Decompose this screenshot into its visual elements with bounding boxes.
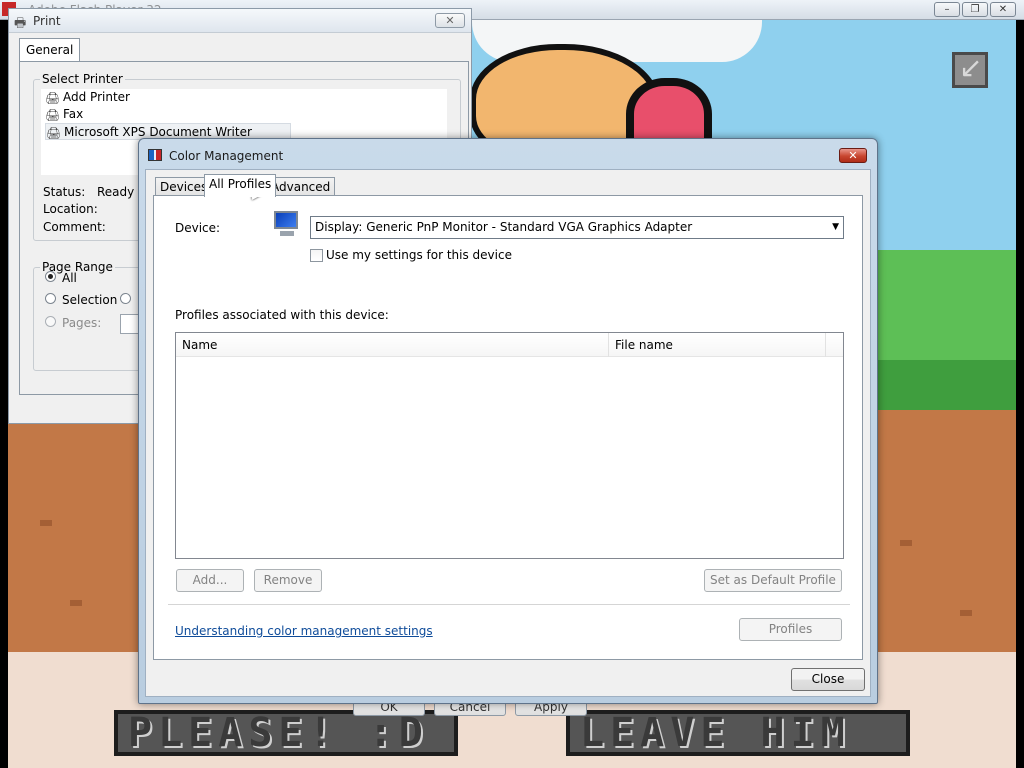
tab-all-profiles[interactable]: All Profiles: [204, 174, 277, 197]
print-titlebar: 🖶 Print ✕: [9, 9, 471, 33]
range-selection-label: Selection: [62, 293, 118, 307]
dirt-spot: [70, 600, 82, 606]
device-dropdown-value: Display: Generic PnP Monitor - Standard …: [315, 220, 693, 234]
fax-icon: 🖨: [45, 108, 61, 122]
printer-fax[interactable]: 🖨 Fax: [45, 106, 83, 123]
dirt-spot: [960, 610, 972, 616]
range-all-radio[interactable]: [45, 271, 56, 282]
xps-printer-icon: 🖨: [46, 126, 62, 140]
printer-label: Add Printer: [63, 90, 130, 104]
cm-client: Devices All Profiles Advanced Device: Di…: [145, 169, 871, 697]
tab-general[interactable]: General: [19, 38, 81, 61]
host-close-button[interactable]: ✕: [990, 2, 1016, 17]
set-default-profile-button[interactable]: Set as Default Profile: [704, 569, 842, 592]
please-button[interactable]: PLEASE! :D: [114, 710, 458, 756]
add-printer-icon: 🖨: [45, 91, 61, 105]
cm-title: Color Management: [169, 149, 284, 163]
status-label: Status:: [43, 185, 86, 199]
cm-titlebar: Color Management ✕: [139, 139, 877, 169]
tab-advanced[interactable]: Advanced: [266, 177, 336, 196]
remove-button[interactable]: Remove: [254, 569, 322, 592]
minimize-button[interactable]: –: [934, 2, 960, 17]
select-printer-label: Select Printer: [40, 72, 125, 86]
use-my-settings-label: Use my settings for this device: [326, 248, 512, 262]
print-title: Print: [33, 14, 61, 28]
printer-icon: 🖶: [14, 16, 27, 31]
range-current-radio[interactable]: [120, 293, 131, 304]
device-label: Device:: [175, 221, 221, 235]
printer-add[interactable]: 🖨 Add Printer: [45, 89, 130, 106]
close-button[interactable]: Close: [791, 668, 865, 691]
range-pages-radio[interactable]: [45, 316, 56, 327]
leave-him-button[interactable]: LEAVE HIM: [566, 710, 910, 756]
profiles-list[interactable]: Name File name: [175, 332, 844, 559]
column-name[interactable]: Name: [176, 333, 609, 357]
location-label: Location:: [43, 202, 98, 216]
add-button[interactable]: Add...: [176, 569, 244, 592]
status-value: Ready: [97, 185, 135, 199]
dirt-spot: [40, 520, 52, 526]
cm-close-icon[interactable]: ✕: [839, 148, 867, 163]
profiles-button[interactable]: Profiles: [739, 618, 842, 641]
maximize-button[interactable]: ❐: [962, 2, 988, 17]
profiles-label: Profiles associated with this device:: [175, 308, 389, 322]
tab-page: Device: Display: Generic PnP Monitor - S…: [153, 195, 863, 660]
collapse-icon[interactable]: [952, 51, 988, 88]
color-management-icon: [148, 149, 162, 161]
profiles-list-header: Name File name: [176, 333, 843, 357]
device-dropdown[interactable]: Display: Generic PnP Monitor - Standard …: [310, 216, 844, 239]
use-my-settings-checkbox[interactable]: [310, 249, 323, 262]
range-selection-radio[interactable]: [45, 293, 56, 304]
chevron-down-icon: ▼: [832, 222, 839, 232]
divider: [168, 604, 850, 605]
monitor-icon: [272, 210, 300, 238]
printer-label: Microsoft XPS Document Writer: [64, 125, 252, 139]
comment-label: Comment:: [43, 220, 106, 234]
understanding-color-management-link[interactable]: Understanding color management settings: [175, 624, 433, 638]
range-pages-label: Pages:: [62, 316, 102, 330]
color-management-dialog: Color Management ✕ Devices All Profiles …: [138, 138, 878, 704]
print-close-button[interactable]: ✕: [435, 13, 465, 28]
range-all-label: All: [62, 271, 77, 285]
column-file-name[interactable]: File name: [609, 333, 826, 357]
printer-label: Fax: [63, 107, 84, 121]
dirt-spot: [900, 540, 912, 546]
